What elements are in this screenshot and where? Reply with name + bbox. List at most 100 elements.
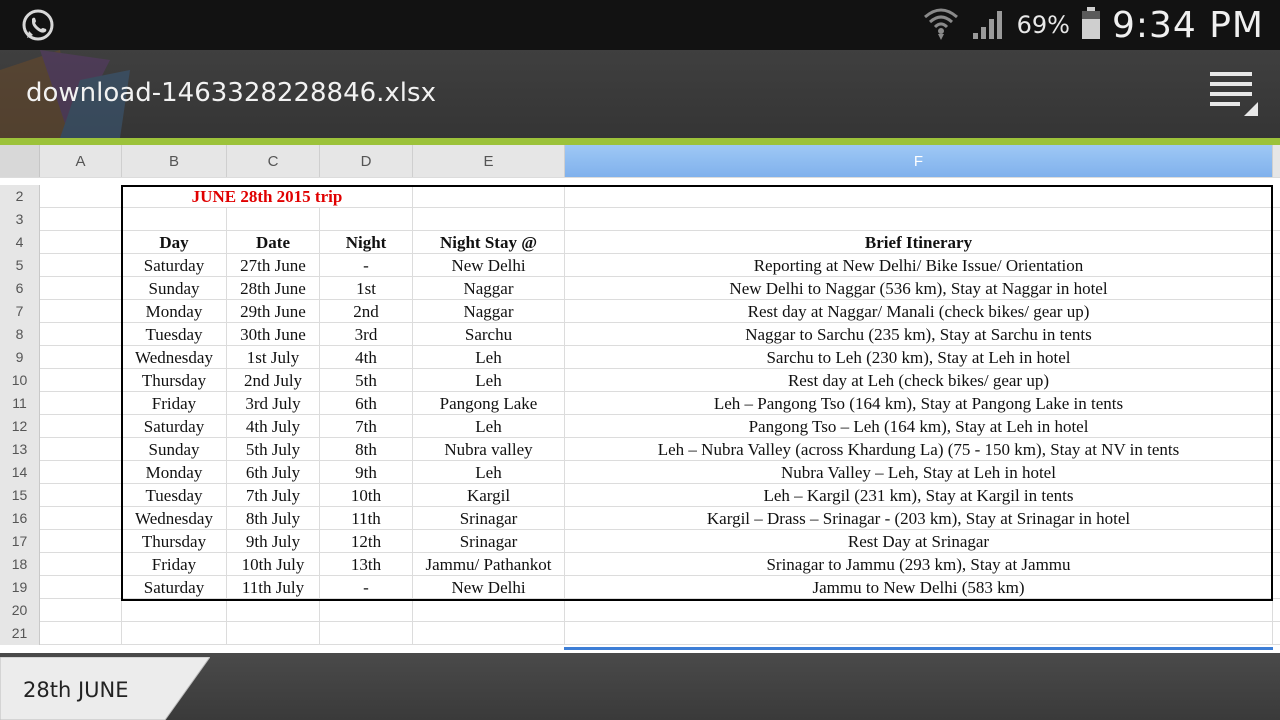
- cell[interactable]: 1st July: [227, 346, 320, 369]
- table-row[interactable]: 20: [0, 599, 1280, 622]
- cell[interactable]: Tuesday: [122, 484, 227, 507]
- cell[interactable]: [413, 599, 565, 622]
- cell[interactable]: [122, 622, 227, 645]
- cell[interactable]: Saturday: [122, 576, 227, 599]
- cell[interactable]: Naggar: [413, 277, 565, 300]
- cell[interactable]: Sunday: [122, 277, 227, 300]
- table-row[interactable]: 4 Day Date Night Night Stay @ Brief Itinerary: [0, 231, 1280, 254]
- row-number[interactable]: 13: [0, 438, 40, 461]
- cell[interactable]: [40, 346, 122, 369]
- cell[interactable]: [227, 599, 320, 622]
- cell[interactable]: [40, 415, 122, 438]
- cell[interactable]: Rest day at Leh (check bikes/ gear up): [565, 369, 1273, 392]
- cell[interactable]: [320, 208, 413, 231]
- cell[interactable]: Naggar: [413, 300, 565, 323]
- row-number[interactable]: 5: [0, 254, 40, 277]
- cell[interactable]: Jammu/ Pathankot: [413, 553, 565, 576]
- cell[interactable]: Sarchu: [413, 323, 565, 346]
- cell[interactable]: Reporting at New Delhi/ Bike Issue/ Orie…: [565, 254, 1273, 277]
- cell[interactable]: [565, 622, 1273, 645]
- cell[interactable]: Wednesday: [122, 346, 227, 369]
- cell[interactable]: 4th July: [227, 415, 320, 438]
- cell[interactable]: 1st: [320, 277, 413, 300]
- cell[interactable]: -: [320, 576, 413, 599]
- cell[interactable]: 30th June: [227, 323, 320, 346]
- cell[interactable]: Leh – Nubra Valley (across Khardung La) …: [565, 438, 1273, 461]
- cell[interactable]: Srinagar to Jammu (293 km), Stay at Jamm…: [565, 553, 1273, 576]
- header-cell[interactable]: Brief Itinerary: [565, 231, 1273, 254]
- row-number[interactable]: 3: [0, 208, 40, 231]
- table-row[interactable]: 9 Wednesday 1st July 4th Leh Sarchu to Leh (2…: [0, 346, 1280, 369]
- table-row[interactable]: 8 Tuesday 30th June 3rd Sarchu Naggar to Sarc…: [0, 323, 1280, 346]
- cell[interactable]: 9th: [320, 461, 413, 484]
- table-row[interactable]: 3: [0, 208, 1280, 231]
- cell[interactable]: [320, 599, 413, 622]
- cell[interactable]: [40, 576, 122, 599]
- cell[interactable]: Leh: [413, 461, 565, 484]
- cell[interactable]: [40, 300, 122, 323]
- cell[interactable]: [413, 185, 565, 208]
- table-row[interactable]: 19 Saturday 11th July - New Delhi Jammu to Ne…: [0, 576, 1280, 599]
- cell[interactable]: Sunday: [122, 438, 227, 461]
- cell[interactable]: [227, 208, 320, 231]
- cell[interactable]: 4th: [320, 346, 413, 369]
- cell[interactable]: 11th July: [227, 576, 320, 599]
- header-cell[interactable]: Date: [227, 231, 320, 254]
- cell[interactable]: Leh – Kargil (231 km), Stay at Kargil in…: [565, 484, 1273, 507]
- row-number[interactable]: 11: [0, 392, 40, 415]
- cell[interactable]: Leh: [413, 369, 565, 392]
- row-number[interactable]: 21: [0, 622, 40, 645]
- cell[interactable]: [565, 208, 1273, 231]
- cell[interactable]: Monday: [122, 461, 227, 484]
- cell[interactable]: Kargil – Drass – Srinagar - (203 km), St…: [565, 507, 1273, 530]
- table-row[interactable]: 15 Tuesday 7th July 10th Kargil Leh – Kargil …: [0, 484, 1280, 507]
- cell[interactable]: 10th: [320, 484, 413, 507]
- cell[interactable]: 7th July: [227, 484, 320, 507]
- cell[interactable]: Saturday: [122, 254, 227, 277]
- cell[interactable]: Kargil: [413, 484, 565, 507]
- cell[interactable]: Jammu to New Delhi (583 km): [565, 576, 1273, 599]
- row-number[interactable]: 7: [0, 300, 40, 323]
- cell[interactable]: 12th: [320, 530, 413, 553]
- cell[interactable]: 2nd July: [227, 369, 320, 392]
- cell[interactable]: [40, 392, 122, 415]
- cell[interactable]: [40, 277, 122, 300]
- cell[interactable]: -: [320, 254, 413, 277]
- table-row[interactable]: 6 Sunday 28th June 1st Naggar New Delhi to Na…: [0, 277, 1280, 300]
- cell[interactable]: 28th June: [227, 277, 320, 300]
- cell[interactable]: Wednesday: [122, 507, 227, 530]
- table-row[interactable]: 11 Friday 3rd July 6th Pangong Lake Leh – Pan…: [0, 392, 1280, 415]
- cell[interactable]: [413, 208, 565, 231]
- cell[interactable]: [40, 530, 122, 553]
- table-row[interactable]: 13 Sunday 5th July 8th Nubra valley Leh – Nub…: [0, 438, 1280, 461]
- cell[interactable]: 2nd: [320, 300, 413, 323]
- table-row[interactable]: 10 Thursday 2nd July 5th Leh Rest day at Leh …: [0, 369, 1280, 392]
- cell[interactable]: [40, 461, 122, 484]
- cell[interactable]: [413, 622, 565, 645]
- cell[interactable]: [40, 369, 122, 392]
- cell[interactable]: [40, 185, 122, 208]
- cell[interactable]: Srinagar: [413, 507, 565, 530]
- cell[interactable]: Srinagar: [413, 530, 565, 553]
- cell[interactable]: Sarchu to Leh (230 km), Stay at Leh in h…: [565, 346, 1273, 369]
- cell[interactable]: 29th June: [227, 300, 320, 323]
- cell[interactable]: Rest Day at Srinagar: [565, 530, 1273, 553]
- cell[interactable]: [40, 438, 122, 461]
- cell[interactable]: 27th June: [227, 254, 320, 277]
- cell[interactable]: 6th July: [227, 461, 320, 484]
- cell[interactable]: 6th: [320, 392, 413, 415]
- cell[interactable]: 3rd: [320, 323, 413, 346]
- cell[interactable]: 5th: [320, 369, 413, 392]
- cell[interactable]: [40, 231, 122, 254]
- trip-title-cell[interactable]: JUNE 28th 2015 trip: [122, 185, 413, 208]
- header-cell[interactable]: Night: [320, 231, 413, 254]
- cell[interactable]: 9th July: [227, 530, 320, 553]
- cell[interactable]: [565, 599, 1273, 622]
- header-cell[interactable]: Night Stay @: [413, 231, 565, 254]
- row-number[interactable]: 18: [0, 553, 40, 576]
- cell[interactable]: [40, 553, 122, 576]
- cell[interactable]: [40, 599, 122, 622]
- cell[interactable]: Pangong Tso – Leh (164 km), Stay at Leh …: [565, 415, 1273, 438]
- cell[interactable]: Leh – Pangong Tso (164 km), Stay at Pang…: [565, 392, 1273, 415]
- row-number[interactable]: 6: [0, 277, 40, 300]
